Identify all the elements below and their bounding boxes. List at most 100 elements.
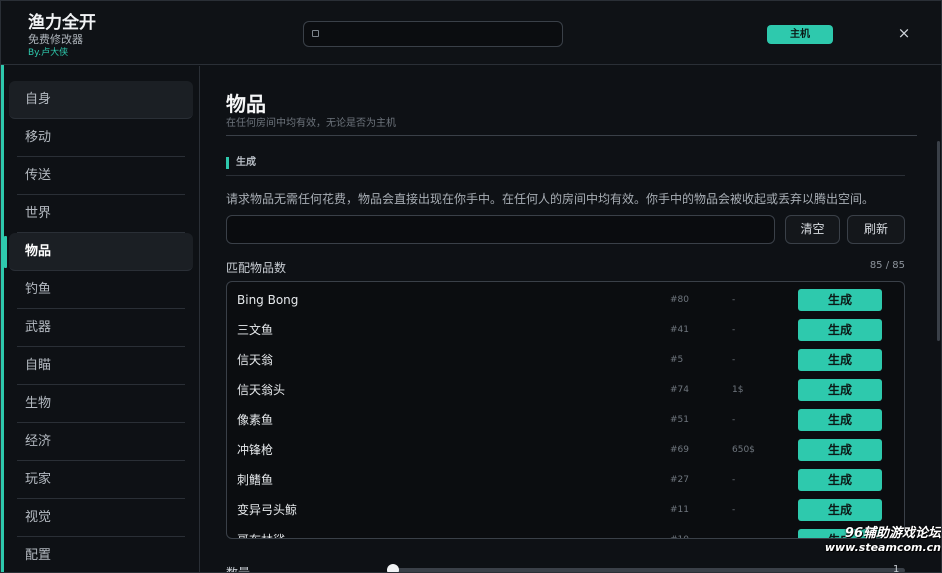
section-heading: 生成 (226, 157, 256, 169)
item-name: Bing Bong (237, 293, 299, 307)
sidebar-item-aimbot[interactable]: 自瞄 (17, 347, 185, 385)
sidebar-item-label: 传送 (25, 168, 52, 183)
spawn-button[interactable]: 生成 (798, 349, 882, 371)
sidebar-item-label: 经济 (25, 434, 52, 449)
list-item: 信天翁头 #74 1$ 生成 (227, 375, 904, 405)
item-price: - (732, 325, 736, 335)
spawn-button[interactable]: 生成 (798, 289, 882, 311)
watermark-line2: www.steamcom.cn (824, 541, 941, 554)
sidebar-item-config[interactable]: 配置 (17, 537, 185, 572)
spawn-button[interactable]: 生成 (798, 499, 882, 521)
spawn-button[interactable]: 生成 (798, 379, 882, 401)
spawn-button[interactable]: 生成 (798, 469, 882, 491)
item-id: #51 (670, 415, 689, 425)
divider (226, 135, 917, 136)
page-title: 物品 (226, 92, 266, 116)
spawn-button[interactable]: 生成 (798, 319, 882, 341)
quantity-slider-track[interactable] (394, 568, 905, 572)
item-name: 信天翁 (237, 353, 274, 367)
app-subtitle: 免费修改器 (28, 33, 83, 46)
sidebar-item-label: 视觉 (25, 510, 52, 525)
app-author: By.卢大侠 (28, 48, 69, 58)
list-item: 刺鳍鱼 #27 - 生成 (227, 465, 904, 495)
sidebar-item-world[interactable]: 世界 (17, 195, 185, 233)
item-id: #69 (670, 445, 689, 455)
main-panel: 物品 在任何房间中均有效，无论是否为主机 生成 请求物品无需任何花费，物品会直接… (201, 66, 941, 573)
item-filter-input[interactable] (226, 215, 775, 244)
item-price: - (732, 295, 736, 305)
item-id: #41 (670, 325, 689, 335)
section-description: 请求物品无需任何花费，物品会直接出现在你手中。在任何人的房间中均有效。你手中的物… (226, 192, 875, 206)
item-price: - (732, 505, 736, 515)
search-input[interactable] (324, 25, 554, 43)
sidebar-item-creatures[interactable]: 生物 (17, 385, 185, 423)
sidebar-item-teleport[interactable]: 传送 (17, 157, 185, 195)
watermark-line1: 96辅助游戏论坛 (844, 526, 941, 541)
main-scrollbar[interactable] (937, 141, 940, 341)
brand: 渔力全开 免费修改器 By.卢大侠 (28, 13, 96, 59)
list-item: 冲锋枪 #69 650$ 生成 (227, 435, 904, 465)
sidebar-item-label: 玩家 (25, 472, 52, 487)
sidebar-item-items[interactable]: 物品 (4, 233, 193, 271)
list-item: 像素鱼 #51 - 生成 (227, 405, 904, 435)
list-item: 哥布林鲨 #10 - 生成 (227, 525, 904, 538)
item-name: 信天翁头 (237, 383, 286, 397)
item-id: #80 (670, 295, 689, 305)
sidebar-item-self[interactable]: 自身 (9, 81, 193, 119)
item-id: #27 (670, 475, 689, 485)
list-item: 变异弓头鲸 #11 - 生成 (227, 495, 904, 525)
item-id: #5 (670, 355, 684, 365)
sidebar-item-label: 物品 (25, 244, 52, 259)
item-name: 冲锋枪 (237, 443, 274, 457)
sidebar: 自身 移动 传送 世界 物品 钓鱼 武器 自瞄 生物 经济 玩家 视觉 配置 (4, 66, 200, 572)
sidebar-item-label: 武器 (25, 320, 52, 335)
refresh-button[interactable]: 刷新 (847, 215, 905, 244)
header: 渔力全开 免费修改器 By.卢大侠 主机 × (1, 1, 941, 65)
match-count: 85 / 85 (869, 260, 905, 271)
search-icon (312, 30, 319, 37)
item-id: #11 (670, 505, 689, 515)
sidebar-item-label: 生物 (25, 396, 52, 411)
quantity-label: 数量 (226, 566, 251, 573)
item-price: 650$ (732, 445, 755, 455)
item-price: - (732, 415, 736, 425)
sidebar-item-visuals[interactable]: 视觉 (17, 499, 185, 537)
sidebar-item-weapons[interactable]: 武器 (17, 309, 185, 347)
app-window: 渔力全开 免费修改器 By.卢大侠 主机 × 自身 移动 传送 世界 物品 钓鱼… (0, 0, 942, 573)
item-name: 变异弓头鲸 (237, 503, 298, 517)
sidebar-item-players[interactable]: 玩家 (17, 461, 185, 499)
list-item: 信天翁 #5 - 生成 (227, 345, 904, 375)
close-icon[interactable]: × (894, 23, 914, 43)
sidebar-item-label: 自瞄 (25, 358, 52, 373)
sidebar-item-movement[interactable]: 移动 (17, 119, 185, 157)
app-title: 渔力全开 (28, 13, 96, 33)
item-name: 刺鳍鱼 (237, 473, 274, 487)
list-item: Bing Bong #80 - 生成 (227, 285, 904, 315)
clear-button[interactable]: 清空 (785, 215, 840, 244)
quantity-slider-handle[interactable] (387, 564, 399, 572)
sidebar-item-label: 配置 (25, 548, 52, 563)
search-box[interactable] (303, 21, 563, 47)
section-divider (226, 175, 905, 176)
host-button[interactable]: 主机 (767, 25, 833, 44)
sidebar-item-economy[interactable]: 经济 (17, 423, 185, 461)
item-price: 1$ (732, 385, 744, 395)
quantity-value: 1 (893, 564, 900, 573)
item-list[interactable]: Bing Bong #80 - 生成 三文鱼 #41 - 生成 信天翁 #5 -… (226, 281, 905, 539)
item-price: - (732, 475, 736, 485)
spawn-button[interactable]: 生成 (798, 439, 882, 461)
item-price: - (732, 525, 735, 538)
sidebar-item-label: 自身 (25, 92, 52, 107)
sidebar-item-label: 世界 (25, 206, 52, 221)
spawn-button[interactable]: 生成 (798, 409, 882, 431)
match-label: 匹配物品数 (226, 261, 287, 275)
item-name: 哥布林鲨 (237, 525, 285, 538)
sidebar-item-label: 钓鱼 (25, 282, 52, 297)
watermark: 96辅助游戏论坛 www.steamcom.cn (813, 522, 941, 554)
sidebar-item-label: 移动 (25, 130, 52, 145)
item-name: 像素鱼 (237, 413, 274, 427)
item-id: #10 (670, 525, 689, 538)
sidebar-item-fishing[interactable]: 钓鱼 (17, 271, 185, 309)
item-id: #74 (670, 385, 689, 395)
item-price: - (732, 355, 736, 365)
